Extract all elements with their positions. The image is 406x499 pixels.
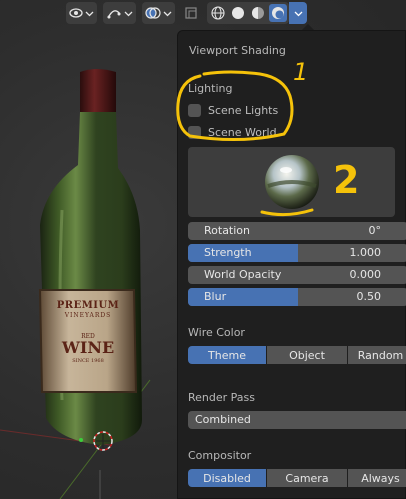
compositor-disabled-button[interactable]: Disabled <box>188 469 266 487</box>
scene-lights-checkbox[interactable]: Scene Lights <box>188 104 278 117</box>
blur-value: 0.50 <box>356 290 382 303</box>
compositor-camera-button[interactable]: Camera <box>267 469 347 487</box>
rendered-sphere-icon <box>272 7 284 19</box>
strength-value: 1.000 <box>349 246 382 259</box>
wire-color-label: Wire Color <box>188 326 245 339</box>
wire-color-object-button[interactable]: Object <box>267 346 347 364</box>
label-brand: PREMIUM <box>56 300 120 311</box>
solid-mode-button[interactable] <box>229 4 247 22</box>
render-pass-label: Render Pass <box>188 391 255 404</box>
label-sub: VINEYARDS <box>64 312 112 319</box>
hdri-preview-selector[interactable] <box>188 147 395 217</box>
strength-label: Strength <box>204 246 252 259</box>
world-opacity-slider[interactable]: World Opacity 0.000 <box>188 266 406 284</box>
overlays-dropdown[interactable] <box>142 2 175 24</box>
chevron-down-icon <box>124 11 133 16</box>
label-since: SINCE 1968 <box>72 358 104 364</box>
world-opacity-label: World Opacity <box>204 268 282 281</box>
material-preview-mode-button[interactable] <box>249 4 267 22</box>
chevron-down-icon <box>85 11 94 16</box>
shading-mode-group <box>207 2 289 24</box>
shading-options-dropdown[interactable] <box>289 2 307 24</box>
lighting-label: Lighting <box>188 82 233 95</box>
blur-slider[interactable]: Blur 0.50 <box>188 288 406 306</box>
solid-sphere-icon <box>232 7 244 19</box>
popover-title: Viewport Shading <box>189 44 286 57</box>
render-pass-dropdown[interactable]: Combined <box>188 411 406 429</box>
wire-color-selector: Theme Object Random <box>188 346 406 364</box>
rotation-field[interactable]: Rotation 0° <box>188 222 406 240</box>
compositor-always-button[interactable]: Always <box>348 469 406 487</box>
wire-color-theme-button[interactable]: Theme <box>188 346 266 364</box>
hdri-sphere-icon <box>264 155 319 209</box>
wireframe-mode-button[interactable] <box>209 4 227 22</box>
scene-lights-label: Scene Lights <box>208 104 279 117</box>
bottle-label: PREMIUM VINEYARDS RED WINE SINCE 1968 <box>44 300 132 364</box>
gizmo-icon <box>107 10 121 19</box>
rendered-mode-button[interactable] <box>269 4 287 22</box>
checkbox-box[interactable] <box>188 126 201 139</box>
xray-icon <box>185 7 197 19</box>
wire-color-random-button[interactable]: Random <box>348 346 406 364</box>
chevron-down-icon <box>294 11 302 16</box>
eye-icon <box>69 8 83 18</box>
scene-world-label: Scene World <box>208 126 277 139</box>
viewport-shading-popover: Viewport Shading Lighting Scene Lights S… <box>177 30 406 499</box>
compositor-selector: Disabled Camera Always <box>188 469 406 487</box>
visibility-dropdown[interactable] <box>66 2 97 24</box>
rotation-value: 0° <box>368 224 382 237</box>
rotation-label: Rotation <box>204 224 251 237</box>
xray-toggle[interactable] <box>181 2 201 24</box>
world-opacity-value: 0.000 <box>349 268 382 281</box>
material-sphere-icon <box>252 7 264 19</box>
chevron-down-icon <box>163 11 172 16</box>
wireframe-sphere-icon <box>211 6 225 20</box>
viewport-header <box>66 0 307 26</box>
compositor-label: Compositor <box>188 449 252 462</box>
gizmo-dropdown[interactable] <box>103 2 136 24</box>
strength-slider[interactable]: Strength 1.000 <box>188 244 406 262</box>
checkbox-box[interactable] <box>188 104 201 117</box>
overlays-icon <box>145 7 161 19</box>
label-wine: WINE <box>61 338 115 357</box>
scene-world-checkbox[interactable]: Scene World <box>188 126 277 139</box>
blur-label: Blur <box>204 290 227 303</box>
